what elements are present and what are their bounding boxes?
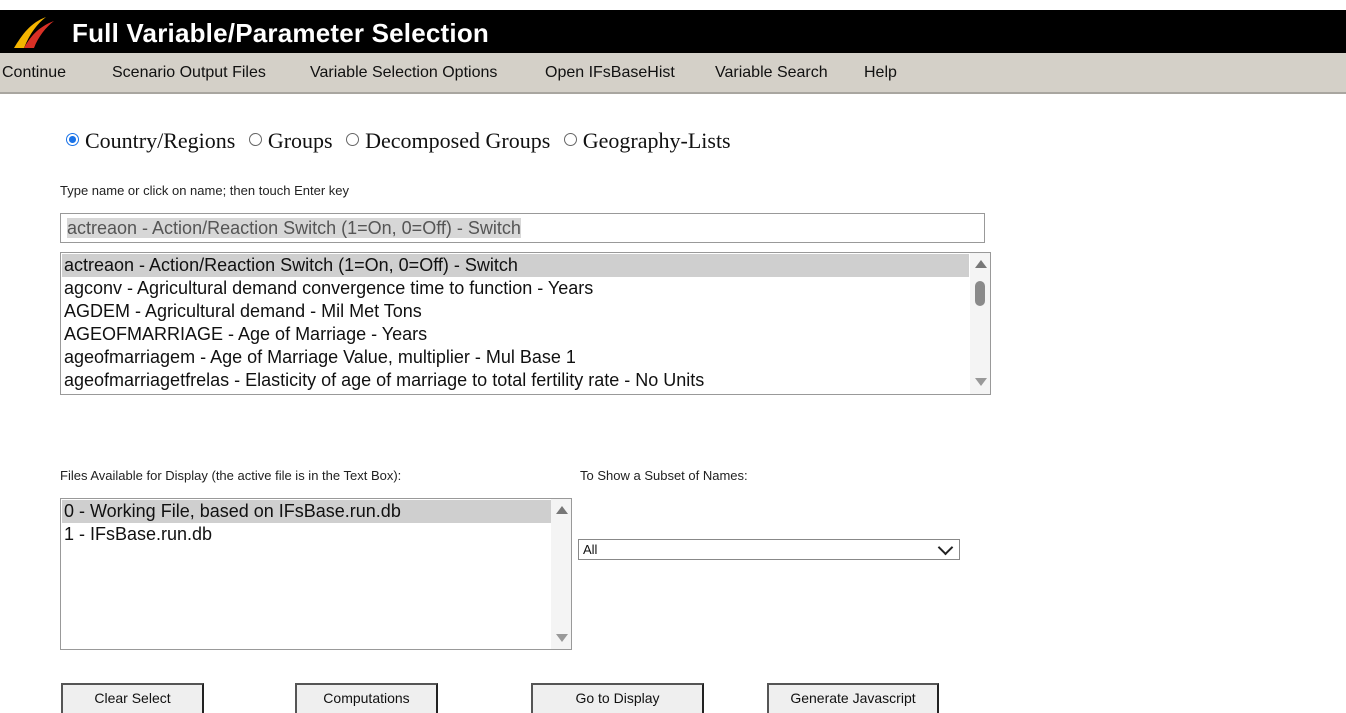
radio-decomposed-groups[interactable]: Decomposed Groups [346,127,550,155]
subset-select[interactable]: All [578,539,960,560]
menu-open-ifsbasehist[interactable]: Open IFsBaseHist [545,63,675,83]
list-item[interactable]: AGDEM - Agricultural demand - Mil Met To… [62,300,422,323]
menu-variable-selection-options[interactable]: Variable Selection Options [310,63,497,83]
files-listbox[interactable]: 0 - Working File, based on IFsBase.run.d… [60,498,572,650]
menu-help[interactable]: Help [864,63,897,83]
radio-country-regions[interactable]: Country/Regions [66,127,235,155]
scroll-up-icon[interactable] [975,260,987,268]
list-item[interactable]: ageofmarriagem - Age of Marriage Value, … [62,346,576,369]
ifs-logo-icon [14,17,54,48]
files-list-scrollbar[interactable] [551,499,571,649]
list-item[interactable]: actreaon - Action/Reaction Switch (1=On,… [62,254,969,277]
list-item[interactable]: ageofmarriagetfrelas - Elasticity of age… [62,369,704,392]
scroll-thumb[interactable] [975,281,985,306]
files-label: Files Available for Display (the active … [60,468,402,483]
go-to-display-button[interactable]: Go to Display [531,683,704,713]
radio-unchecked-icon[interactable] [248,133,262,146]
radio-label: Country/Regions [85,128,236,153]
radio-label: Groups [267,128,333,153]
geography-type-radio-group: Country/Regions Groups Decomposed Groups… [66,127,739,155]
list-item[interactable]: agconv - Agricultural demand convergence… [62,277,593,300]
instruction-text: Type name or click on name; then touch E… [60,183,350,198]
radio-checked-icon[interactable] [66,133,79,146]
chevron-down-icon[interactable] [937,539,954,556]
radio-unchecked-icon[interactable] [346,133,360,146]
list-item[interactable]: 1 - IFsBase.run.db [62,523,212,546]
radio-label: Geography-Lists [582,128,731,153]
variable-search-input[interactable]: actreaon - Action/Reaction Switch (1=On,… [60,213,985,243]
generate-javascript-button[interactable]: Generate Javascript [767,683,939,713]
list-item[interactable]: AGEOFMARRIAGE - Age of Marriage - Years [62,323,427,346]
radio-label: Decomposed Groups [365,128,551,153]
menu-variable-search[interactable]: Variable Search [715,63,828,83]
computations-button[interactable]: Computations [295,683,438,713]
scroll-down-icon[interactable] [556,634,568,642]
scroll-down-icon[interactable] [975,378,987,386]
menu-scenario-output-files[interactable]: Scenario Output Files [112,63,266,83]
menu-continue[interactable]: Continue [2,63,66,83]
radio-geography-lists[interactable]: Geography-Lists [563,127,731,155]
radio-groups[interactable]: Groups [248,127,333,155]
search-value: actreaon - Action/Reaction Switch (1=On,… [67,218,521,238]
scroll-up-icon[interactable] [556,506,568,514]
list-item[interactable]: 0 - Working File, based on IFsBase.run.d… [62,500,551,523]
radio-unchecked-icon[interactable] [563,133,577,146]
variable-listbox[interactable]: actreaon - Action/Reaction Switch (1=On,… [60,252,991,395]
subset-label: To Show a Subset of Names: [580,468,748,483]
subset-selected-value: All [583,542,598,557]
variable-list-scrollbar[interactable] [970,253,990,394]
clear-select-button[interactable]: Clear Select [61,683,204,713]
window-title: Full Variable/Parameter Selection [72,18,490,48]
